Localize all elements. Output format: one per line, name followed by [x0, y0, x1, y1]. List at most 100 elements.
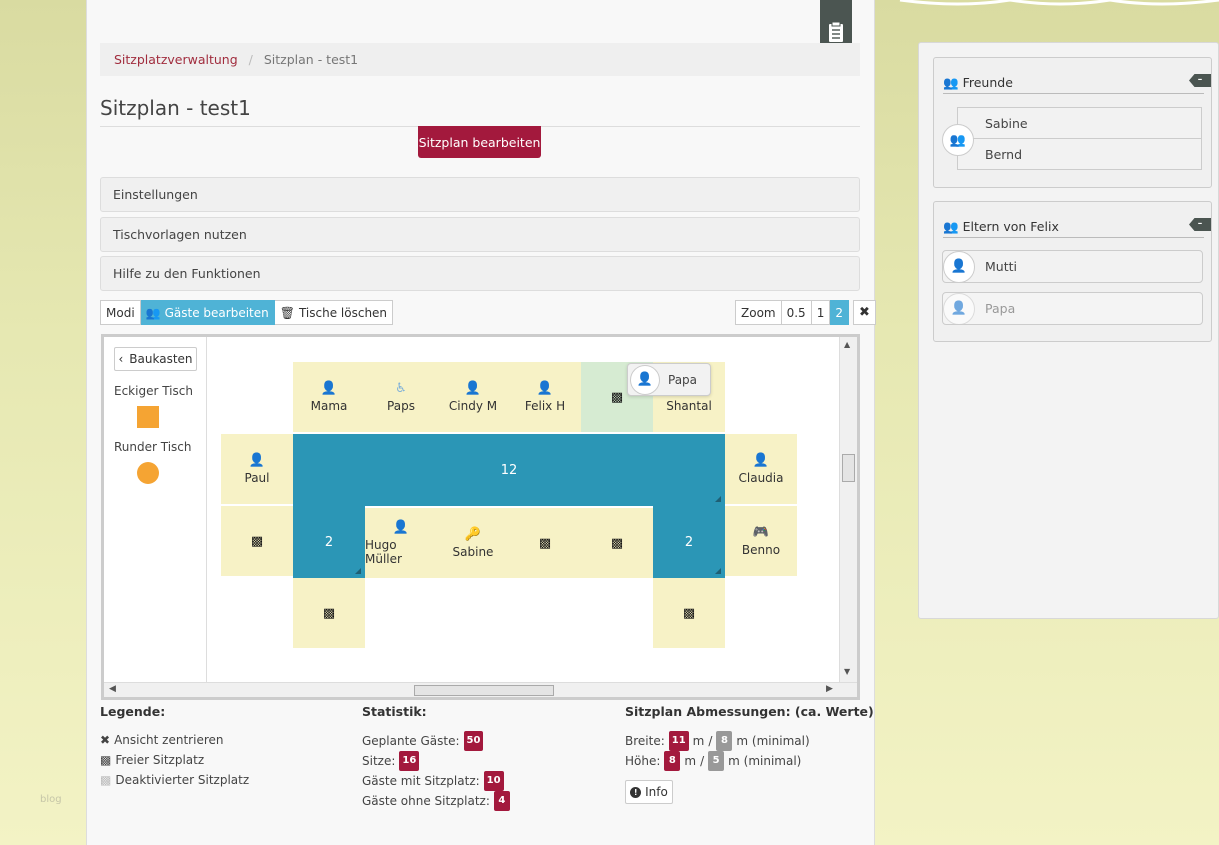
zoom-option-1[interactable]: 1 — [811, 300, 831, 325]
seating-plan: 👤 Mama ♿ Paps 👤 Cindy M 👤 Felix H ▩ Shan… — [104, 337, 857, 697]
chair-icon: ▩ — [250, 533, 264, 549]
chair-icon: ▩ — [610, 535, 624, 551]
group-header: 👥 Eltern von Felix – — [943, 216, 1211, 238]
dimension-label: Breite: — [625, 734, 665, 748]
chair-icon: ▩ — [538, 535, 552, 551]
scroll-right-icon[interactable]: ▶ — [826, 684, 833, 694]
seat-bottom-left[interactable]: ▩ — [293, 578, 365, 648]
width-badge: 11 — [668, 731, 689, 751]
edit-seating-plan-button[interactable]: Sitzplan bearbeiten — [418, 126, 541, 158]
seat-inner-1[interactable]: 👤 Hugo Müller — [365, 508, 437, 578]
page-title: Sitzplan - test1 — [100, 96, 860, 127]
dimension-label: Höhe: — [625, 754, 661, 768]
seat-top-4[interactable]: 👤 Felix H — [509, 362, 581, 432]
width-min-badge: 8 — [716, 731, 733, 751]
horizontal-scrollbar[interactable]: ◀ ▶ — [104, 682, 857, 697]
zoom-option-2[interactable]: 2 — [830, 300, 849, 325]
seat-name: Claudia — [738, 471, 784, 485]
stat-label: Gäste mit Sitzplatz: — [362, 774, 480, 788]
seat-right-2[interactable]: 🎮 Benno — [725, 506, 797, 576]
seat-top-2[interactable]: ♿ Paps — [365, 362, 437, 432]
seat-inner-2[interactable]: 🔑 Sabine — [437, 508, 509, 578]
height-min-badge: 5 — [708, 751, 725, 771]
group-felix-parents: 👥 Eltern von Felix – 👤 Mutti 👤 Papa — [933, 201, 1212, 342]
unit-label: m — [692, 734, 705, 748]
legend-label: Deaktivierter Sitzplatz — [115, 773, 250, 787]
wheelchair-icon: ♿ — [395, 381, 407, 396]
dragged-guest-chip[interactable]: 👤 Papa — [627, 363, 711, 396]
table-main[interactable]: 12 — [293, 434, 725, 506]
height-badge: 8 — [664, 751, 681, 771]
group-header: 👥 Freunde – — [943, 72, 1211, 94]
scroll-down-icon[interactable]: ▼ — [844, 667, 850, 676]
scroll-left-icon[interactable]: ◀ — [109, 684, 116, 694]
zoom-toolbar: Zoom 0.5 1 2 ✖ — [735, 300, 876, 325]
accordion-table-templates[interactable]: Tischvorlagen nutzen — [100, 217, 860, 252]
info-button-label: Info — [645, 785, 668, 799]
seat-bottom-right[interactable]: ▩ — [653, 578, 725, 648]
breadcrumb-link[interactable]: Sitzplatzverwaltung — [114, 52, 238, 67]
seat-left-2[interactable]: ▩ — [221, 506, 293, 576]
info-button[interactable]: ! Info — [625, 780, 673, 804]
accordion-help[interactable]: Hilfe zu den Funktionen — [100, 256, 860, 291]
person-female-icon: 👤 — [464, 381, 482, 396]
dimension-height: Höhe: 8 m / 5 m (minimal) — [625, 751, 801, 771]
dragged-guest-name: Papa — [668, 372, 698, 387]
person-blue-icon: 👤 — [943, 292, 975, 325]
modes-label: Modi — [100, 300, 141, 325]
seat-name: Felix H — [524, 399, 566, 413]
accordion-settings[interactable]: Einstellungen — [100, 177, 860, 212]
vertical-scrollbar[interactable]: ▲ ▼ — [839, 337, 857, 682]
table-left-leg[interactable]: 2 — [293, 506, 365, 578]
seat-top-3[interactable]: 👤 Cindy M — [437, 362, 509, 432]
edit-guests-button[interactable]: 👥 Gäste bearbeiten — [140, 300, 275, 325]
center-view-icon: ✖ — [858, 305, 870, 320]
seat-name: Benno — [741, 543, 781, 557]
group-member[interactable]: 👤 Papa — [942, 292, 1203, 325]
stat-badge: 10 — [483, 771, 504, 791]
vertical-scroll-thumb[interactable] — [842, 454, 855, 482]
chair-icon: ▩ — [682, 605, 696, 621]
group-icon: 👥 — [943, 74, 959, 90]
chair-icon: ▩ — [322, 605, 336, 621]
mode-toolbar: Modi 👥 Gäste bearbeiten 🗑 Tische löschen — [100, 300, 394, 325]
trash-icon: 🗑 — [279, 305, 295, 320]
center-view-button[interactable]: ✖ — [852, 300, 876, 325]
seat-top-1[interactable]: 👤 Mama — [293, 362, 365, 432]
seat-name: Mama — [310, 399, 348, 413]
person-icon: 👤 — [392, 520, 410, 535]
group-member[interactable]: Bernd — [957, 138, 1202, 170]
person-blue-icon: 👤 — [630, 364, 660, 395]
legend-title: Legende: — [100, 704, 166, 719]
guest-groups-panel: 👥 Freunde – Sabine Bernd 👥 👥 Eltern von … — [918, 42, 1219, 619]
zoom-option-0-5[interactable]: 0.5 — [781, 300, 812, 325]
seating-canvas[interactable]: ‹ Baukasten Eckiger Tisch Runder Tisch 👤… — [101, 334, 860, 700]
group-member[interactable]: Sabine — [957, 107, 1202, 139]
group-member[interactable]: 👤 Mutti — [942, 250, 1203, 283]
member-name: Papa — [985, 301, 1016, 316]
group-friends: 👥 Freunde – Sabine Bernd 👥 — [933, 57, 1212, 188]
delete-tables-button[interactable]: 🗑 Tische löschen — [274, 300, 394, 325]
scroll-up-icon[interactable]: ▲ — [844, 340, 850, 349]
seat-inner-3[interactable]: ▩ — [509, 508, 581, 578]
table-right-leg[interactable]: 2 — [653, 506, 725, 578]
horizontal-scroll-thumb[interactable] — [414, 685, 554, 696]
seat-right-1[interactable]: 👤 Claudia — [725, 434, 797, 504]
stat-badge: 4 — [493, 791, 510, 811]
legend-item-center: ✖ Ansicht zentrieren — [100, 733, 224, 747]
seat-left-1[interactable]: 👤 Paul — [221, 434, 293, 504]
collapse-group-icon[interactable]: – — [1189, 218, 1211, 231]
seat-name: Sabine — [452, 545, 494, 559]
slash-label: / — [708, 734, 713, 748]
member-name: Mutti — [985, 259, 1017, 274]
delete-tables-label: Tische löschen — [298, 305, 388, 320]
person-red-icon: 👤 — [752, 453, 770, 468]
breadcrumb-current: Sitzplan - test1 — [263, 52, 359, 67]
gamepad-icon: 🎮 — [752, 525, 770, 540]
group-avatar-icon[interactable]: 👥 — [942, 124, 974, 156]
stat-label: Geplante Gäste: — [362, 734, 460, 748]
seat-inner-4[interactable]: ▩ — [581, 508, 653, 578]
min-suffix: m (minimal) — [736, 734, 810, 748]
collapse-group-icon[interactable]: – — [1189, 74, 1211, 87]
stat-guests-with-seat: Gäste mit Sitzplatz: 10 — [362, 771, 504, 791]
